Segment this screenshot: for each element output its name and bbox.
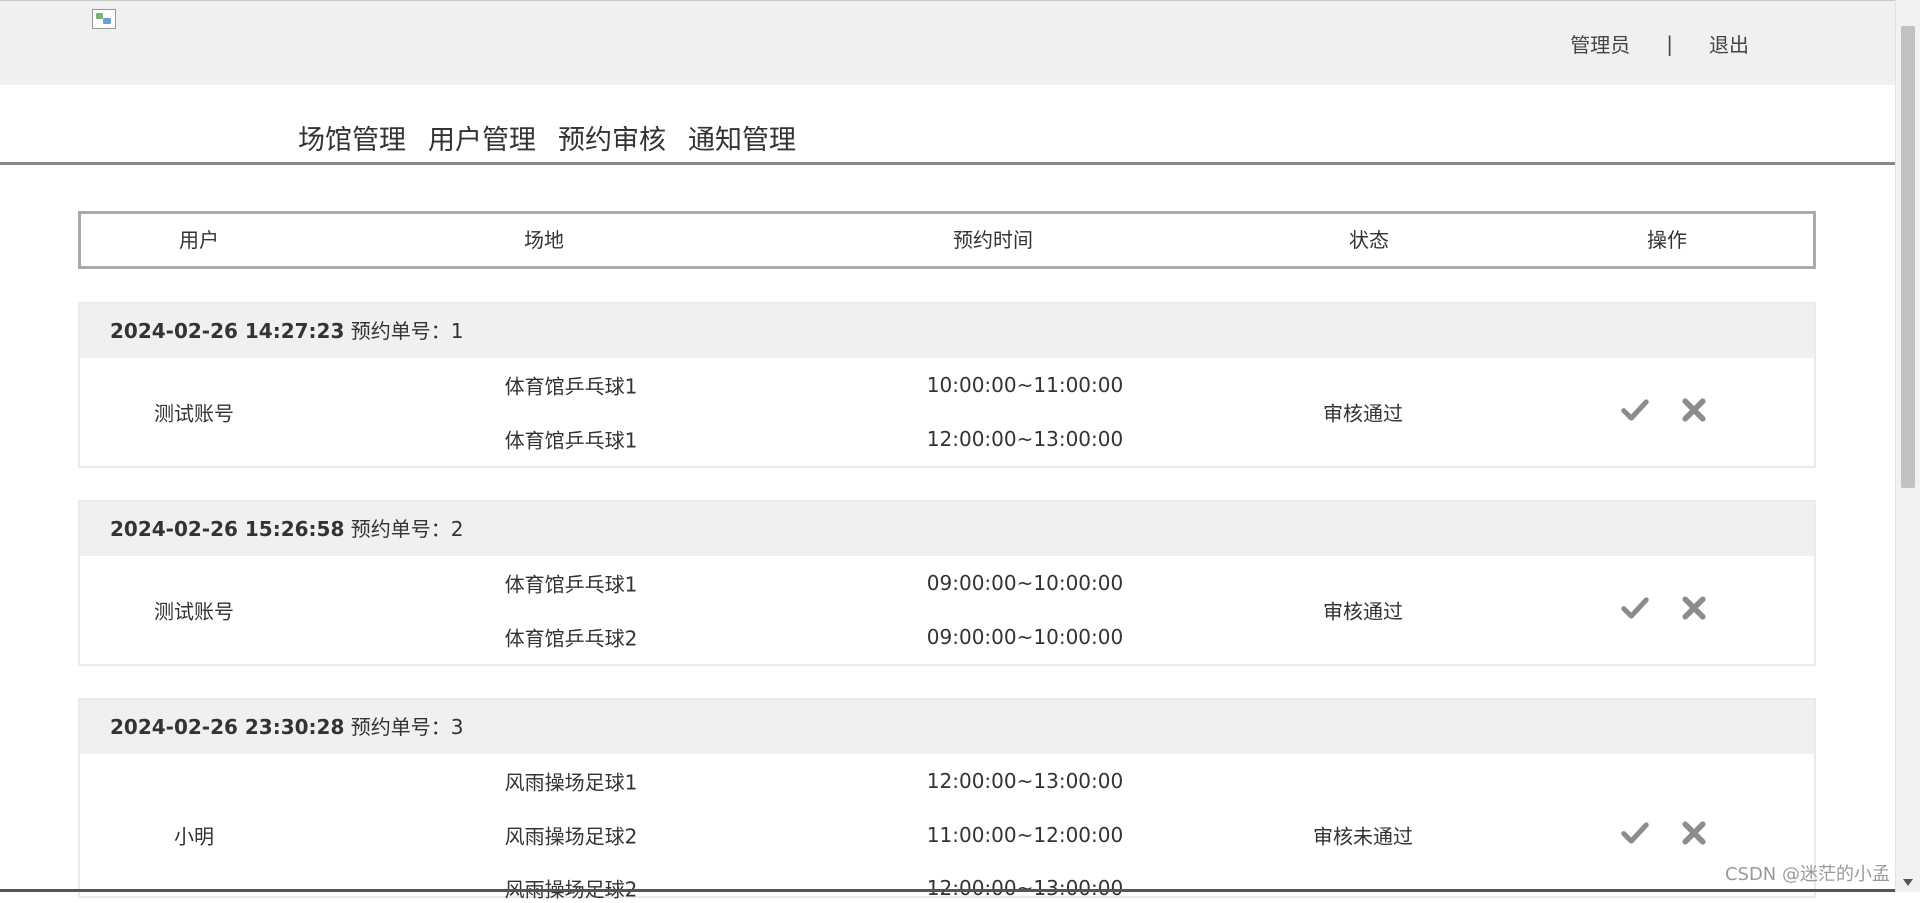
order-body: 测试账号 体育馆乒乓球1 09:00:00~10:00:00 体育馆乒乓球2 0… (80, 556, 1814, 664)
column-header-venue: 场地 (524, 228, 564, 252)
reject-x-icon[interactable] (1679, 395, 1709, 425)
approve-check-icon[interactable] (1620, 593, 1650, 623)
venue-cell: 风雨操场足球1 (504, 770, 638, 795)
logo-image-broken-icon (92, 9, 116, 29)
reject-x-icon[interactable] (1679, 593, 1709, 623)
time-cell: 11:00:00~12:00:00 (926, 823, 1124, 847)
column-header-status: 状态 (1349, 228, 1389, 252)
venue-cell: 体育馆乒乓球2 (504, 626, 638, 651)
order-user: 小明 (174, 824, 214, 849)
venue-cell: 体育馆乒乓球1 (504, 572, 638, 597)
separator: | (1666, 31, 1673, 56)
order-user: 测试账号 (154, 401, 234, 426)
order-timestamp: 2024-02-26 23:30:28 (110, 715, 345, 739)
time-cell: 09:00:00~10:00:00 (926, 571, 1124, 595)
order-number: 预约单号：3 (350, 715, 464, 739)
approve-check-icon[interactable] (1620, 818, 1650, 848)
order-card: 2024-02-26 15:26:58 预约单号：2 测试账号 体育馆乒乓球1 … (78, 500, 1816, 666)
order-timestamp: 2024-02-26 15:26:58 (110, 517, 345, 541)
approve-check-icon[interactable] (1620, 395, 1650, 425)
order-number: 预约单号：1 (350, 319, 464, 343)
order-header: 2024-02-26 14:27:23 预约单号：1 (80, 304, 1814, 358)
column-header-user: 用户 (179, 228, 219, 252)
order-timestamp: 2024-02-26 14:27:23 (110, 319, 345, 343)
order-number: 预约单号：2 (350, 517, 464, 541)
vertical-scrollbar[interactable] (1895, 0, 1920, 892)
table-header: 用户 场地 预约时间 状态 操作 (78, 211, 1816, 269)
nav-user-management[interactable]: 用户管理 (428, 118, 536, 157)
venue-cell: 体育馆乒乓球1 (504, 374, 638, 399)
order-body: 测试账号 体育馆乒乓球1 10:00:00~11:00:00 体育馆乒乓球1 1… (80, 358, 1814, 466)
order-status: 审核未通过 (1313, 824, 1413, 849)
time-cell: 12:00:00~13:00:00 (926, 876, 1124, 900)
nav-venue-management[interactable]: 场馆管理 (298, 118, 406, 157)
nav-notice-management[interactable]: 通知管理 (688, 118, 796, 157)
time-cell: 09:00:00~10:00:00 (926, 625, 1124, 649)
column-header-time: 预约时间 (953, 228, 1033, 252)
time-cell: 12:00:00~13:00:00 (926, 427, 1124, 451)
reject-x-icon[interactable] (1679, 818, 1709, 848)
admin-link[interactable]: 管理员 (1570, 29, 1630, 58)
scrollbar-thumb[interactable] (1901, 26, 1915, 488)
venue-cell: 体育馆乒乓球1 (504, 428, 638, 453)
top-bar: 管理员 | 退出 (0, 0, 1895, 85)
time-cell: 12:00:00~13:00:00 (926, 769, 1124, 793)
order-status: 审核通过 (1323, 401, 1403, 426)
order-card: 2024-02-26 23:30:28 预约单号：3 小明 风雨操场足球1 12… (78, 698, 1816, 902)
order-user: 测试账号 (154, 599, 234, 624)
order-header: 2024-02-26 23:30:28 预约单号：3 (80, 700, 1814, 754)
column-header-actions: 操作 (1647, 228, 1687, 252)
user-area: 管理员 | 退出 (1570, 29, 1749, 58)
order-card: 2024-02-26 14:27:23 预约单号：1 测试账号 体育馆乒乓球1 … (78, 302, 1816, 468)
venue-cell: 风雨操场足球2 (504, 824, 638, 849)
time-cell: 10:00:00~11:00:00 (926, 373, 1124, 397)
main-nav: 场馆管理 用户管理 预约审核 通知管理 (0, 84, 1895, 165)
scroll-down-arrow-icon[interactable] (1903, 879, 1913, 886)
venue-cell: 风雨操场足球2 (504, 877, 638, 902)
order-status: 审核通过 (1323, 599, 1403, 624)
order-body: 小明 风雨操场足球1 12:00:00~13:00:00 风雨操场足球2 11:… (80, 754, 1814, 902)
logout-link[interactable]: 退出 (1709, 29, 1749, 58)
nav-booking-review[interactable]: 预约审核 (558, 118, 666, 157)
order-header: 2024-02-26 15:26:58 预约单号：2 (80, 502, 1814, 556)
watermark: CSDN @迷茫的小孟 (1724, 864, 1890, 885)
